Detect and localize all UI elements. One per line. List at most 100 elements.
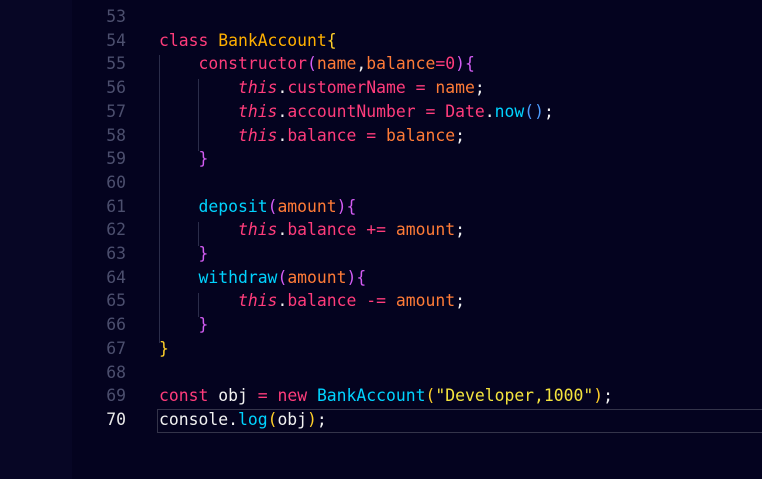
code-token: name <box>435 78 475 98</box>
code-token: ; <box>316 409 327 429</box>
line-number: 53 <box>106 7 126 26</box>
code-token: { <box>356 267 367 287</box>
line-number: 69 <box>106 386 126 406</box>
code-token: class <box>159 30 209 50</box>
line-number: 70 <box>106 409 126 429</box>
code-line[interactable]: withdraw(amount){ <box>159 266 366 290</box>
code-token: this <box>237 291 278 311</box>
code-text-area[interactable]: class BankAccount{ constructor(name,bala… <box>159 0 762 479</box>
code-token: } <box>198 149 209 169</box>
code-token: this <box>237 220 278 240</box>
line-number: 64 <box>106 267 126 287</box>
code-token: ; <box>455 220 465 240</box>
code-line[interactable]: constructor(name,balance=0){ <box>159 52 474 76</box>
line-number: 58 <box>106 125 126 145</box>
code-line[interactable]: this.balance += amount; <box>159 218 465 242</box>
code-editor[interactable]: 53 54 55 56 57 58 59 60 61 62 63 64 65 66 67 68 69 70 cla… <box>0 0 762 479</box>
code-token: ; <box>455 125 465 145</box>
code-token: console <box>159 409 229 429</box>
code-token: = <box>257 386 268 406</box>
code-token: this <box>237 125 278 145</box>
code-line[interactable]: this.balance -= amount; <box>159 289 465 313</box>
code-line[interactable]: } <box>159 337 169 361</box>
line-number: 54 <box>106 30 126 50</box>
code-token: -= <box>366 291 387 311</box>
code-token: now <box>494 101 525 121</box>
line-number: 60 <box>106 172 126 192</box>
code-token: ( <box>425 386 436 406</box>
code-token: balance <box>287 291 357 311</box>
code-line[interactable]: console.log(obj); <box>159 408 327 432</box>
code-token: name <box>316 54 357 74</box>
code-token: = <box>415 78 426 98</box>
code-line[interactable]: } <box>159 147 208 171</box>
code-token: ) <box>593 386 604 406</box>
code-line[interactable]: } <box>159 313 208 337</box>
code-token: += <box>366 220 387 240</box>
line-number: 68 <box>106 362 126 382</box>
code-token: log <box>237 409 268 429</box>
code-token: withdraw <box>198 267 278 287</box>
line-number: 65 <box>106 291 126 311</box>
line-number: 61 <box>106 196 126 216</box>
code-token: deposit <box>198 196 268 216</box>
code-line[interactable]: class BankAccount{ <box>159 29 337 53</box>
code-token: . <box>277 78 288 98</box>
code-token: ( <box>277 267 288 287</box>
code-token: ; <box>603 386 614 406</box>
code-token: balance <box>366 54 436 74</box>
code-token: { <box>346 196 357 216</box>
code-token: new <box>277 386 308 406</box>
code-line[interactable]: deposit(amount){ <box>159 195 356 219</box>
code-token: 0 <box>445 54 456 74</box>
line-number: 62 <box>106 220 126 240</box>
code-line[interactable]: this.accountNumber = Date.now(); <box>159 100 554 124</box>
code-line[interactable]: } <box>159 242 208 266</box>
code-token: balance <box>287 125 357 145</box>
code-line[interactable]: this.customerName = name; <box>159 76 485 100</box>
code-line[interactable]: this.balance = balance; <box>159 124 465 148</box>
line-number: 63 <box>106 244 126 263</box>
code-token: amount <box>277 196 337 216</box>
code-line[interactable]: const obj = new BankAccount("Developer,1… <box>159 384 613 408</box>
code-token: amount <box>395 291 456 311</box>
code-token: Date <box>445 101 485 121</box>
code-token: = <box>366 125 377 145</box>
code-token: ( <box>267 409 278 429</box>
line-number: 57 <box>106 101 126 121</box>
code-token: , <box>356 54 367 74</box>
code-token: } <box>198 244 209 263</box>
code-token: balance <box>386 125 456 145</box>
code-token: balance <box>287 220 357 240</box>
code-token: amount <box>287 267 347 287</box>
line-number: 59 <box>106 149 126 169</box>
code-token: ( <box>307 54 317 74</box>
code-token: ( <box>267 196 278 216</box>
line-number: 55 <box>106 54 126 74</box>
code-token: ; <box>543 101 554 121</box>
code-token: = <box>435 54 446 74</box>
code-token: { <box>326 30 337 50</box>
code-token: constructor <box>198 54 308 74</box>
line-number-gutter: 53 54 55 56 57 58 59 60 61 62 63 64 65 66 67 68 69 70 <box>72 0 134 479</box>
code-token: BankAccount <box>218 30 327 50</box>
line-number: 56 <box>106 78 126 98</box>
